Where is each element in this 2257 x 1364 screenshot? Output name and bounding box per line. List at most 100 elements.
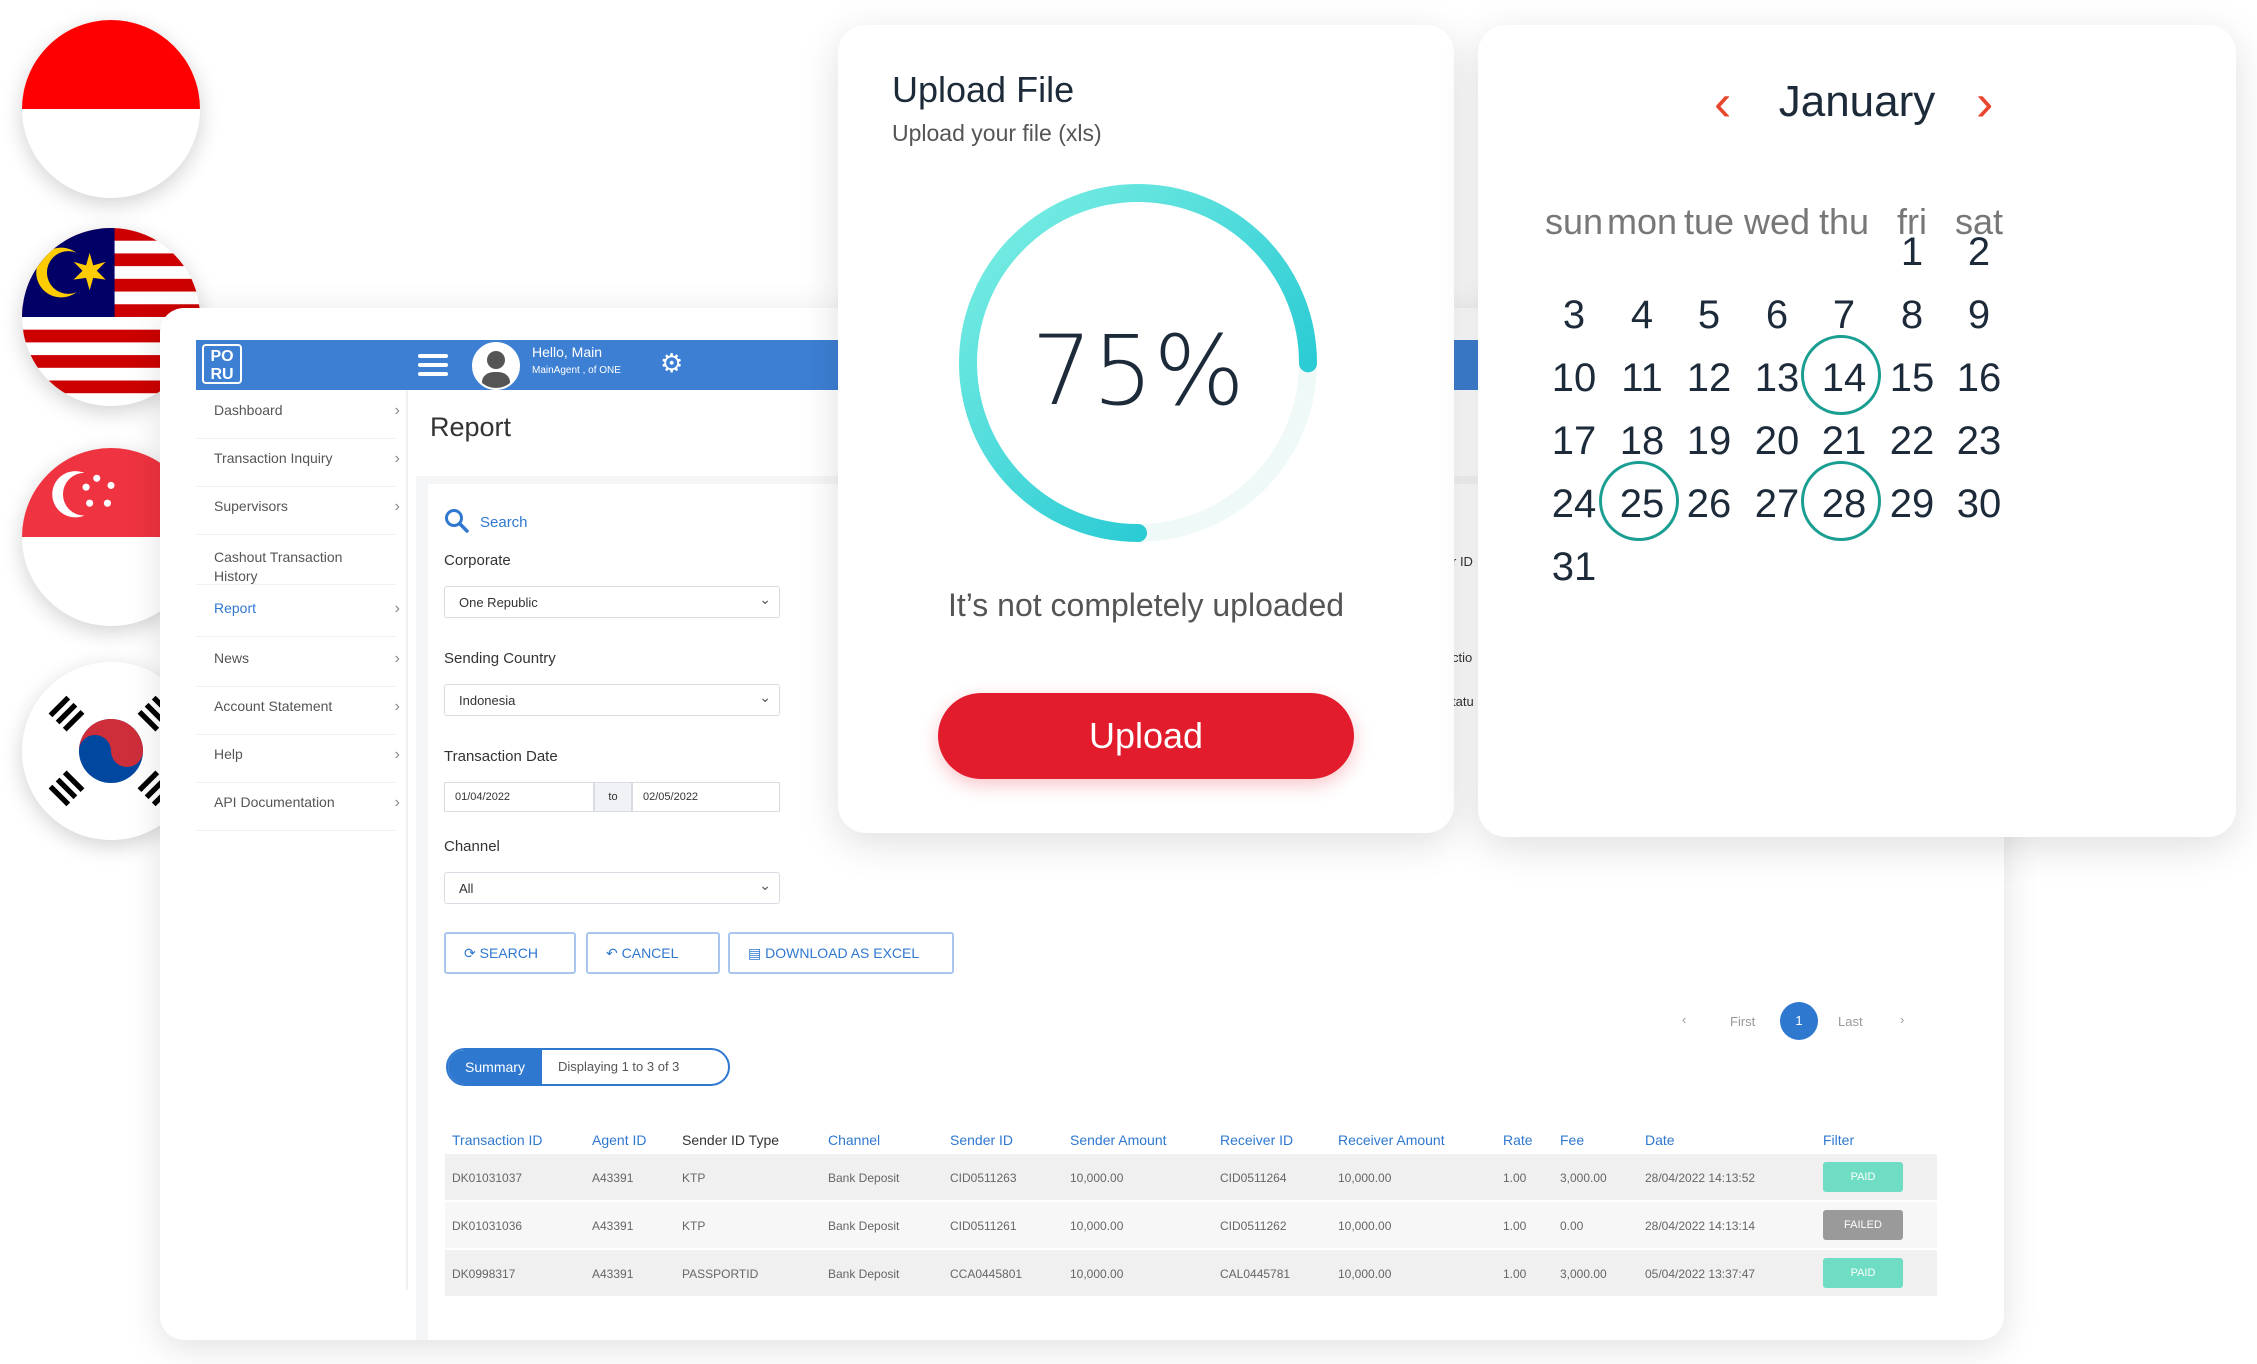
column-header[interactable]: Filter	[1823, 1132, 1854, 1148]
page-title: Report	[430, 412, 512, 442]
column-header[interactable]: Sender ID	[950, 1132, 1013, 1148]
upload-title: Upload File	[892, 69, 1075, 110]
table-row[interactable]: DK01031036 A43391 KTP Bank Deposit CID05…	[445, 1202, 1937, 1248]
search-icon	[444, 508, 470, 534]
column-header[interactable]: Fee	[1560, 1132, 1584, 1148]
cell-date: 28/04/2022 14:13:14	[1645, 1219, 1756, 1233]
sidebar-divider	[196, 734, 396, 735]
sidebar-divider	[196, 830, 396, 831]
column-header[interactable]: Date	[1645, 1132, 1675, 1148]
cell-rate: 1.00	[1503, 1267, 1527, 1281]
pagination-next[interactable]: ›	[1900, 1012, 1904, 1027]
pagination-prev[interactable]: ‹	[1682, 1012, 1686, 1027]
sidebar: Dashboard › Transaction Inquiry › Supervisor…	[196, 390, 408, 1290]
peek-label: tatu	[1452, 694, 1474, 709]
sidebar-item[interactable]: API Documentation ›	[214, 794, 404, 811]
chevron-right-icon: ›	[394, 450, 400, 467]
sidebar-item[interactable]: Help ›	[214, 746, 404, 763]
sending-country-select[interactable]: Indonesia ⌄	[444, 684, 780, 716]
sidebar-divider	[196, 636, 396, 637]
avatar[interactable]	[472, 342, 520, 390]
chevron-down-icon: ⌄	[759, 877, 771, 893]
greeting-text: Hello, Main	[532, 344, 603, 360]
date-to-input[interactable]: 02/05/2022	[632, 782, 780, 812]
summary-toggle[interactable]: Summary Displaying 1 to 3 of 3	[446, 1048, 730, 1086]
cell-fee: 3,000.00	[1560, 1171, 1607, 1185]
sidebar-item[interactable]: News ›	[214, 650, 404, 667]
cell-rate: 1.00	[1503, 1219, 1527, 1233]
calendar-card: ‹ January › sun mon tue wed thu fri sat 1 2 3 4 5 6 7…	[1478, 25, 2236, 837]
chevron-right-icon: ›	[394, 402, 400, 419]
upload-status-message: It’s not completely uploaded	[947, 587, 1345, 623]
chevron-down-icon: ⌄	[759, 689, 771, 705]
column-header[interactable]: Sender Amount	[1070, 1132, 1167, 1148]
column-header[interactable]: Sender ID Type	[682, 1132, 779, 1148]
cell-receiver-amount: 10,000.00	[1338, 1219, 1392, 1233]
gear-icon[interactable]: ⚙	[660, 348, 683, 379]
cell-channel: Bank Deposit	[828, 1267, 900, 1281]
summary-tab[interactable]: Summary	[448, 1050, 542, 1084]
column-header[interactable]: Transaction ID	[452, 1132, 543, 1148]
pagination-last[interactable]: Last	[1838, 1014, 1863, 1029]
cell-sender-amount: 10,000.00	[1070, 1171, 1124, 1185]
sidebar-item-label: API Documentation	[214, 794, 335, 810]
cell-channel: Bank Deposit	[828, 1219, 900, 1233]
corporate-select[interactable]: One Republic ⌄	[444, 586, 780, 618]
indonesia-flag[interactable]	[22, 20, 200, 198]
channel-select[interactable]: All ⌄	[444, 872, 780, 904]
sidebar-item[interactable]: Report ›	[214, 600, 404, 617]
chevron-right-icon: ›	[394, 698, 400, 715]
download-excel-button[interactable]: ▤ DOWNLOAD AS EXCEL	[728, 932, 954, 974]
sidebar-item-label: Supervisors	[214, 498, 288, 514]
calendar-day[interactable]: 31	[1526, 522, 1622, 612]
calendar-day[interactable]: 30	[1931, 459, 2027, 549]
agent-text: MainAgent , of ONE	[532, 365, 621, 376]
cell-date: 28/04/2022 14:13:52	[1645, 1171, 1756, 1185]
sidebar-item-label: Report	[214, 600, 257, 616]
sending-country-value: Indonesia	[459, 693, 516, 708]
sidebar-item-label: Dashboard	[214, 402, 283, 418]
sidebar-item[interactable]: Dashboard ›	[214, 402, 404, 419]
search-heading: Search	[480, 514, 528, 531]
sidebar-item[interactable]: Transaction Inquiry ›	[214, 450, 404, 467]
sidebar-item[interactable]: Supervisors ›	[214, 498, 404, 515]
sidebar-item-label: News	[214, 650, 250, 666]
transaction-date-label: Transaction Date	[444, 748, 558, 765]
cell-transaction-id: DK01031036	[452, 1219, 523, 1233]
calendar-month: January	[1778, 77, 1936, 126]
date-from-input[interactable]: 01/04/2022	[444, 782, 594, 812]
cell-sender-id-type: KTP	[682, 1219, 706, 1233]
sidebar-item-label: Account Statement	[214, 698, 333, 714]
column-header[interactable]: Channel	[828, 1132, 880, 1148]
column-header[interactable]: Rate	[1503, 1132, 1533, 1148]
sidebar-item-label: Transaction Inquiry	[214, 450, 333, 466]
menu-icon[interactable]	[418, 354, 448, 376]
date-to-separator: to	[594, 782, 632, 812]
table-row[interactable]: DK0998317 A43391 PASSPORTID Bank Deposit…	[445, 1250, 1937, 1296]
upload-subtitle: Upload your file (xls)	[892, 120, 1102, 146]
channel-value: All	[459, 881, 474, 896]
upload-button[interactable]: Upload	[938, 693, 1354, 779]
search-button[interactable]: ⟳ SEARCH	[444, 932, 576, 974]
table-row[interactable]: DK01031037 A43391 KTP Bank Deposit CID05…	[445, 1154, 1937, 1200]
pagination-page-1[interactable]: 1	[1780, 1002, 1818, 1040]
channel-label: Channel	[444, 838, 500, 855]
cell-sender-id: CCA0445801	[950, 1267, 1023, 1281]
pagination-first[interactable]: First	[1730, 1014, 1755, 1029]
sidebar-item[interactable]: Cashout Transaction History	[214, 548, 404, 586]
column-header[interactable]: Receiver Amount	[1338, 1132, 1445, 1148]
cancel-button[interactable]: ↶ CANCEL	[586, 932, 720, 974]
app-logo[interactable]: PO RU	[202, 344, 242, 384]
cell-receiver-id: CID0511264	[1220, 1171, 1287, 1185]
chevron-right-icon: ›	[394, 794, 400, 811]
download-button-label: DOWNLOAD AS EXCEL	[765, 945, 920, 961]
cancel-button-label: CANCEL	[621, 945, 679, 961]
chevron-right-icon[interactable]: ›	[1976, 73, 1993, 133]
sidebar-item-label: Help	[214, 746, 243, 762]
sidebar-item[interactable]: Account Statement ›	[214, 698, 404, 715]
column-header[interactable]: Receiver ID	[1220, 1132, 1293, 1148]
cell-receiver-amount: 10,000.00	[1338, 1171, 1392, 1185]
sidebar-divider	[196, 782, 396, 783]
displaying-count: Displaying 1 to 3 of 3	[558, 1059, 680, 1074]
column-header[interactable]: Agent ID	[592, 1132, 646, 1148]
